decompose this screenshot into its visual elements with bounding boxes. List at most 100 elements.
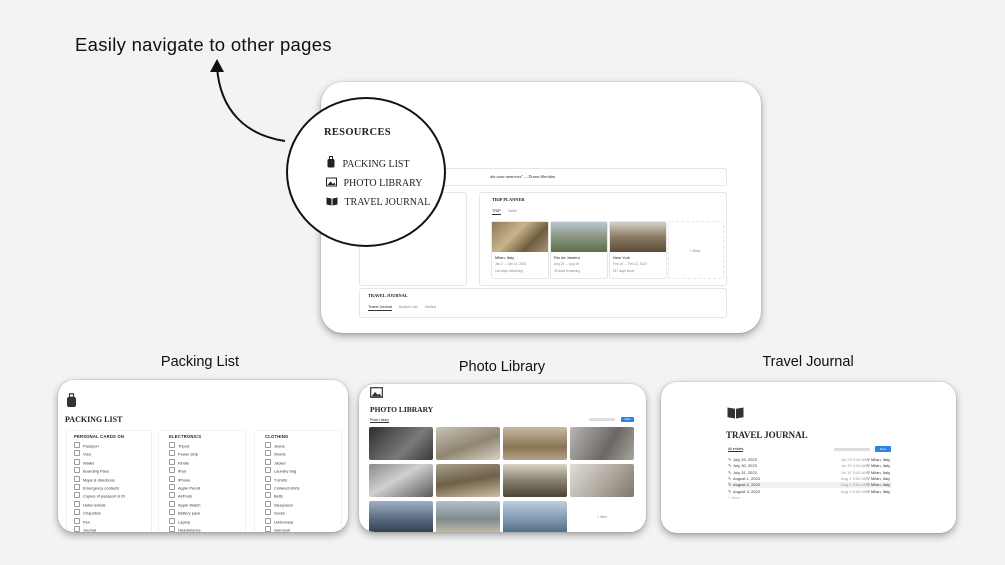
checklist-item[interactable]: Passport <box>74 442 152 450</box>
checkbox[interactable] <box>265 492 271 499</box>
tab-trip[interactable]: TRIP <box>492 209 501 215</box>
checklist-item[interactable]: Shorts <box>265 450 343 458</box>
new-button[interactable]: New <box>621 417 634 422</box>
checklist-item[interactable]: Power strip <box>169 450 247 458</box>
checkbox[interactable] <box>265 458 271 465</box>
tab-table[interactable]: Table <box>508 209 517 213</box>
checklist-item[interactable]: Jacket <box>265 458 343 467</box>
photo-library-preview[interactable]: PHOTO LIBRARY Photo Library New + New <box>359 384 646 532</box>
resource-link-journal[interactable]: TRAVEL JOURNAL <box>326 192 430 210</box>
journal-entry-row[interactable]: ✎ August 2, 2023 Aug 2 9:00 AM ⚲ Milan, Ital… <box>728 482 892 489</box>
photo-thumb[interactable] <box>369 501 433 532</box>
view-all-entries[interactable]: All entries <box>728 447 744 452</box>
new-entry-label[interactable]: + New <box>728 495 892 501</box>
checklist-item[interactable]: Sleepwear <box>265 500 343 509</box>
checkbox[interactable] <box>74 450 80 457</box>
checkbox[interactable] <box>74 484 80 491</box>
checklist-item[interactable]: AirPods <box>169 492 247 500</box>
checkbox[interactable] <box>265 500 271 507</box>
checklist-item[interactable]: Tripod <box>169 442 247 450</box>
journal-entry-row[interactable]: ✎ July 31, 2023 Jul 31 9:00 AM ⚲ Milan, Ital… <box>728 470 892 476</box>
checklist-item[interactable]: Swimsuit <box>265 526 343 532</box>
checkbox[interactable] <box>74 492 80 499</box>
checkbox[interactable] <box>169 526 175 532</box>
checkbox[interactable] <box>74 475 80 482</box>
checklist-item[interactable]: Pen <box>74 517 152 526</box>
filter-sort-controls[interactable] <box>589 418 615 421</box>
checklist-item[interactable]: Socks <box>265 509 343 517</box>
checklist-item[interactable]: Wallet <box>74 458 152 467</box>
checklist-item[interactable]: Boarding Pass <box>74 467 152 475</box>
trip-card-rio[interactable]: Rio de Janiero Aug 15 → Aug 19 25 days r… <box>550 221 608 279</box>
checkbox[interactable] <box>265 517 271 524</box>
new-trip-card[interactable]: + New <box>668 221 724 279</box>
checkbox[interactable] <box>265 467 271 474</box>
photo-thumb[interactable] <box>570 427 634 460</box>
checkbox[interactable] <box>74 458 80 465</box>
checkbox[interactable] <box>169 458 175 465</box>
checkbox[interactable] <box>169 517 175 524</box>
checklist-item[interactable]: Underwear <box>265 517 343 526</box>
tab-photo-library[interactable]: Photo Library <box>370 418 389 423</box>
checklist-item[interactable]: T-shirts <box>265 475 343 484</box>
tab-travel-journal[interactable]: Travel Journal <box>368 305 392 311</box>
checkbox[interactable] <box>74 442 80 448</box>
journal-entry-row[interactable]: ✎ August 1, 2023 Aug 1 9:00 AM ⚲ Milan, Ital… <box>728 476 892 482</box>
checkbox[interactable] <box>265 526 271 532</box>
checklist-item[interactable]: Chapstick <box>74 509 152 517</box>
checklist-item[interactable]: Apple Pencil <box>169 484 247 492</box>
checkbox[interactable] <box>74 467 80 474</box>
photo-thumb[interactable] <box>369 427 433 460</box>
checkbox[interactable] <box>74 526 80 532</box>
checkbox[interactable] <box>169 509 175 516</box>
checkbox[interactable] <box>265 509 271 516</box>
checkbox[interactable] <box>74 517 80 524</box>
checklist-item[interactable]: Hotel rentals <box>74 500 152 509</box>
photo-thumb[interactable] <box>369 464 433 497</box>
checklist-item[interactable]: Maps & directions <box>74 475 152 484</box>
photo-thumb[interactable] <box>570 464 634 497</box>
checklist-item[interactable]: Headphones <box>169 526 247 532</box>
checkbox[interactable] <box>265 442 271 448</box>
checkbox[interactable] <box>74 500 80 507</box>
photo-thumb[interactable] <box>503 427 567 460</box>
checklist-item[interactable]: Battery pack <box>169 509 247 517</box>
checklist-item[interactable]: Journal <box>74 526 152 532</box>
checklist-item[interactable]: Copies of passport & ID <box>74 492 152 500</box>
trip-card-newyork[interactable]: New York Feb 18 → Feb 22, 2022 517 days … <box>609 221 667 279</box>
checklist-item[interactable]: iPad <box>169 467 247 475</box>
checklist-item[interactable]: Apple Watch <box>169 500 247 509</box>
photo-thumb[interactable] <box>503 464 567 497</box>
checklist-item[interactable]: iPhone <box>169 475 247 484</box>
trip-card-milan[interactable]: Milan, Italy Jan 2 → Jan 13, 2024 146 da… <box>491 221 549 279</box>
checklist-item[interactable]: Laundry bag <box>265 467 343 475</box>
checklist-item[interactable]: Jeans <box>265 442 343 450</box>
new-button[interactable]: New <box>875 446 891 452</box>
checkbox[interactable] <box>74 509 80 516</box>
checkbox[interactable] <box>169 492 175 499</box>
checklist-item[interactable]: Collared shirts <box>265 484 343 492</box>
resource-link-packing[interactable]: PACKING LIST <box>326 154 410 172</box>
photo-thumb[interactable] <box>436 501 500 532</box>
checklist-item[interactable]: Laptop <box>169 517 247 526</box>
checkbox[interactable] <box>169 467 175 474</box>
resource-link-photo[interactable]: PHOTO LIBRARY <box>326 173 422 191</box>
new-photo-label[interactable]: + New <box>597 515 607 519</box>
tab-visited[interactable]: Visited <box>425 305 436 309</box>
tab-bucket-list[interactable]: Bucket List <box>399 305 418 309</box>
photo-thumb[interactable] <box>436 464 500 497</box>
checkbox[interactable] <box>169 450 175 457</box>
photo-thumb[interactable] <box>436 427 500 460</box>
checkbox[interactable] <box>169 500 175 507</box>
photo-thumb[interactable] <box>503 501 567 532</box>
checklist-item[interactable]: Kindle <box>169 458 247 467</box>
checkbox[interactable] <box>169 442 175 448</box>
checklist-item[interactable]: Visa <box>74 450 152 458</box>
checkbox[interactable] <box>265 450 271 457</box>
journal-entry-row[interactable]: ✎ July 29, 2023 Jul 29 9:00 AM ⚲ Milan, Ital… <box>728 457 892 463</box>
filter-sort-controls[interactable] <box>834 448 870 451</box>
checkbox[interactable] <box>265 484 271 491</box>
checkbox[interactable] <box>265 475 271 482</box>
checkbox[interactable] <box>169 475 175 482</box>
journal-entry-row[interactable]: ✎ July 30, 2023 Jul 30 9:00 AM ⚲ Milan, Ital… <box>728 463 892 469</box>
